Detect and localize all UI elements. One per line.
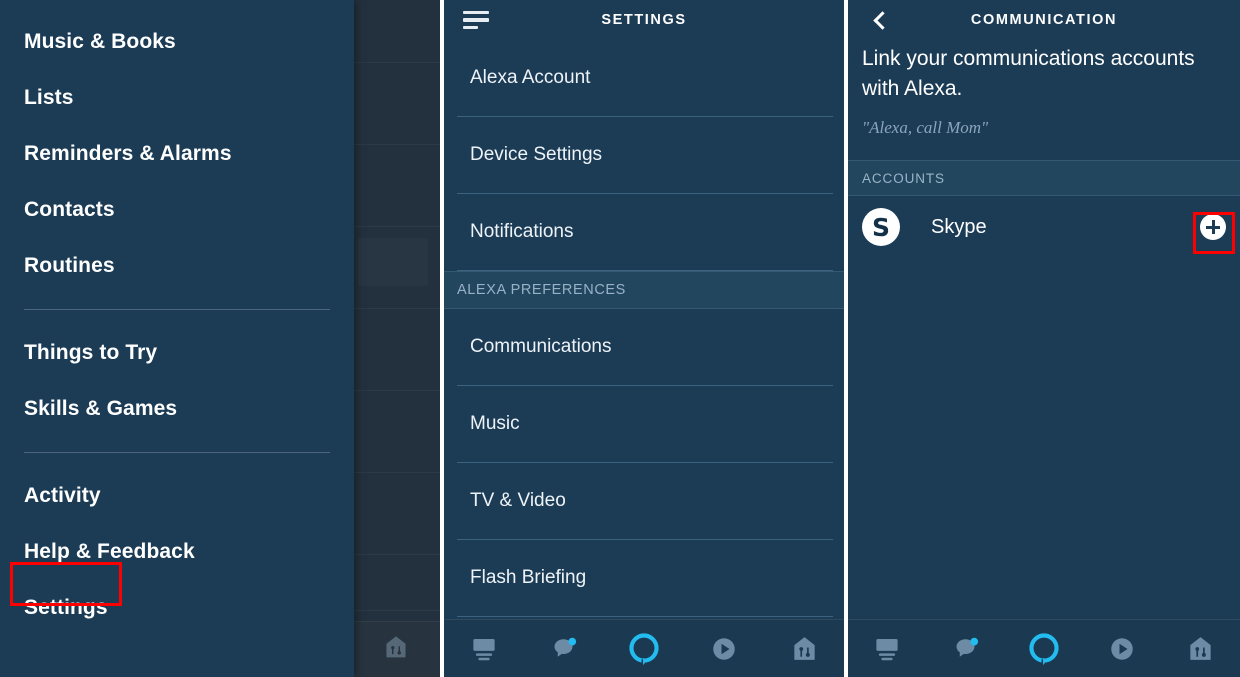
sidebar-item-label: Lists bbox=[24, 86, 74, 109]
tab-communicate[interactable] bbox=[536, 627, 592, 671]
account-name: Skype bbox=[931, 215, 987, 238]
tab-alexa[interactable] bbox=[616, 627, 672, 671]
settings-row-label: Device Settings bbox=[470, 144, 603, 165]
settings-row-device-settings[interactable]: Device Settings bbox=[457, 117, 833, 194]
sidebar-item-label: Skills & Games bbox=[24, 397, 178, 420]
tab-devices[interactable] bbox=[456, 627, 512, 671]
drawer-divider-1 bbox=[24, 309, 330, 310]
settings-row-communications[interactable]: Communications bbox=[457, 309, 833, 386]
settings-row-notifications[interactable]: Notifications bbox=[457, 194, 833, 271]
smart-home-icon bbox=[1186, 634, 1215, 663]
settings-row-music[interactable]: Music bbox=[457, 386, 833, 463]
screen-settings: SETTINGS Alexa Account Device Settings N… bbox=[444, 0, 844, 677]
settings-row-alexa-account[interactable]: Alexa Account bbox=[457, 40, 833, 117]
dimmed-tab-bar bbox=[352, 621, 440, 677]
sidebar-item-contacts[interactable]: Contacts bbox=[0, 182, 354, 238]
sidebar-item-skills-games[interactable]: Skills & Games bbox=[0, 381, 354, 437]
hamburger-lines bbox=[463, 10, 489, 30]
three-screen-walkthrough: Music & Books Lists Reminders & Alarms C… bbox=[0, 0, 1240, 677]
sidebar-item-label: Reminders & Alarms bbox=[24, 142, 232, 165]
alexa-ring-icon bbox=[625, 630, 663, 668]
sidebar-item-label: Help & Feedback bbox=[24, 540, 195, 563]
sidebar-item-label: Music & Books bbox=[24, 30, 176, 53]
intro-description: Link your communications accounts with A… bbox=[862, 47, 1195, 100]
sidebar-item-label: Settings bbox=[24, 596, 108, 619]
sidebar-item-lists[interactable]: Lists bbox=[0, 70, 354, 126]
bottom-tab-bar bbox=[444, 619, 844, 677]
back-button[interactable] bbox=[860, 0, 900, 40]
tab-play[interactable] bbox=[1094, 627, 1150, 671]
tab-play[interactable] bbox=[696, 627, 752, 671]
sidebar-item-label: Things to Try bbox=[24, 341, 158, 364]
settings-row-label: Communications bbox=[470, 336, 612, 357]
sidebar-item-routines[interactable]: Routines bbox=[0, 238, 354, 294]
dimmed-card bbox=[358, 238, 428, 286]
dimmed-background-page bbox=[352, 0, 440, 677]
tab-communicate[interactable] bbox=[938, 627, 994, 671]
screen-navigation-drawer: Music & Books Lists Reminders & Alarms C… bbox=[0, 0, 440, 677]
account-row-skype[interactable]: S Skype bbox=[848, 196, 1240, 258]
sidebar-item-label: Activity bbox=[24, 484, 101, 507]
sidebar-item-settings[interactable]: Settings bbox=[0, 580, 354, 636]
settings-row-label: TV & Video bbox=[470, 490, 566, 511]
bottom-tab-bar bbox=[848, 619, 1240, 677]
settings-row-label: Alexa Account bbox=[470, 67, 591, 88]
example-utterance: "Alexa, call Mom" bbox=[862, 118, 989, 137]
section-header-alexa-preferences: ALEXA PREFERENCES bbox=[444, 271, 844, 309]
add-account-button[interactable] bbox=[1200, 214, 1226, 240]
settings-row-flash-briefing[interactable]: Flash Briefing bbox=[457, 540, 833, 617]
hamburger-menu-icon[interactable] bbox=[456, 0, 496, 40]
tab-smart-home[interactable] bbox=[1173, 627, 1229, 671]
settings-row-tv-video[interactable]: TV & Video bbox=[457, 463, 833, 540]
sidebar-item-label: Routines bbox=[24, 254, 115, 277]
tab-alexa[interactable] bbox=[1016, 627, 1072, 671]
play-icon bbox=[709, 634, 739, 664]
settings-row-label: Notifications bbox=[470, 221, 574, 242]
communication-header: COMMUNICATION bbox=[848, 0, 1240, 40]
navigation-drawer: Music & Books Lists Reminders & Alarms C… bbox=[0, 0, 354, 677]
smart-home-icon bbox=[383, 634, 409, 665]
smart-home-icon bbox=[790, 634, 819, 663]
settings-row-label: Flash Briefing bbox=[470, 567, 587, 588]
section-header-accounts: ACCOUNTS bbox=[848, 160, 1240, 196]
sidebar-item-music-books[interactable]: Music & Books bbox=[0, 14, 354, 70]
page-title: COMMUNICATION bbox=[970, 12, 1118, 28]
communicate-bubble-icon bbox=[549, 634, 579, 664]
screen-communication: COMMUNICATION Link your communications a… bbox=[848, 0, 1240, 677]
tab-smart-home[interactable] bbox=[776, 627, 832, 671]
tab-devices[interactable] bbox=[859, 627, 915, 671]
settings-header: SETTINGS bbox=[444, 0, 844, 40]
sidebar-item-label: Contacts bbox=[24, 198, 115, 221]
settings-row-label: Music bbox=[470, 413, 520, 434]
alexa-ring-icon bbox=[1025, 630, 1063, 668]
dimmed-row-lines bbox=[352, 0, 440, 677]
skype-icon: S bbox=[862, 208, 900, 246]
sidebar-item-things-to-try[interactable]: Things to Try bbox=[0, 325, 354, 381]
sidebar-item-reminders-alarms[interactable]: Reminders & Alarms bbox=[0, 126, 354, 182]
play-icon bbox=[1107, 634, 1137, 664]
devices-icon bbox=[469, 634, 499, 664]
page-title: SETTINGS bbox=[601, 12, 687, 28]
devices-icon bbox=[872, 634, 902, 664]
chevron-left-icon bbox=[873, 10, 892, 30]
sidebar-item-help-feedback[interactable]: Help & Feedback bbox=[0, 524, 354, 580]
communicate-bubble-icon bbox=[951, 634, 981, 664]
sidebar-item-activity[interactable]: Activity bbox=[0, 468, 354, 524]
drawer-item-list: Music & Books Lists Reminders & Alarms C… bbox=[0, 0, 354, 636]
settings-list: Alexa Account Device Settings Notificati… bbox=[444, 40, 844, 617]
communication-intro: Link your communications accounts with A… bbox=[848, 40, 1240, 138]
drawer-divider-2 bbox=[24, 452, 330, 453]
